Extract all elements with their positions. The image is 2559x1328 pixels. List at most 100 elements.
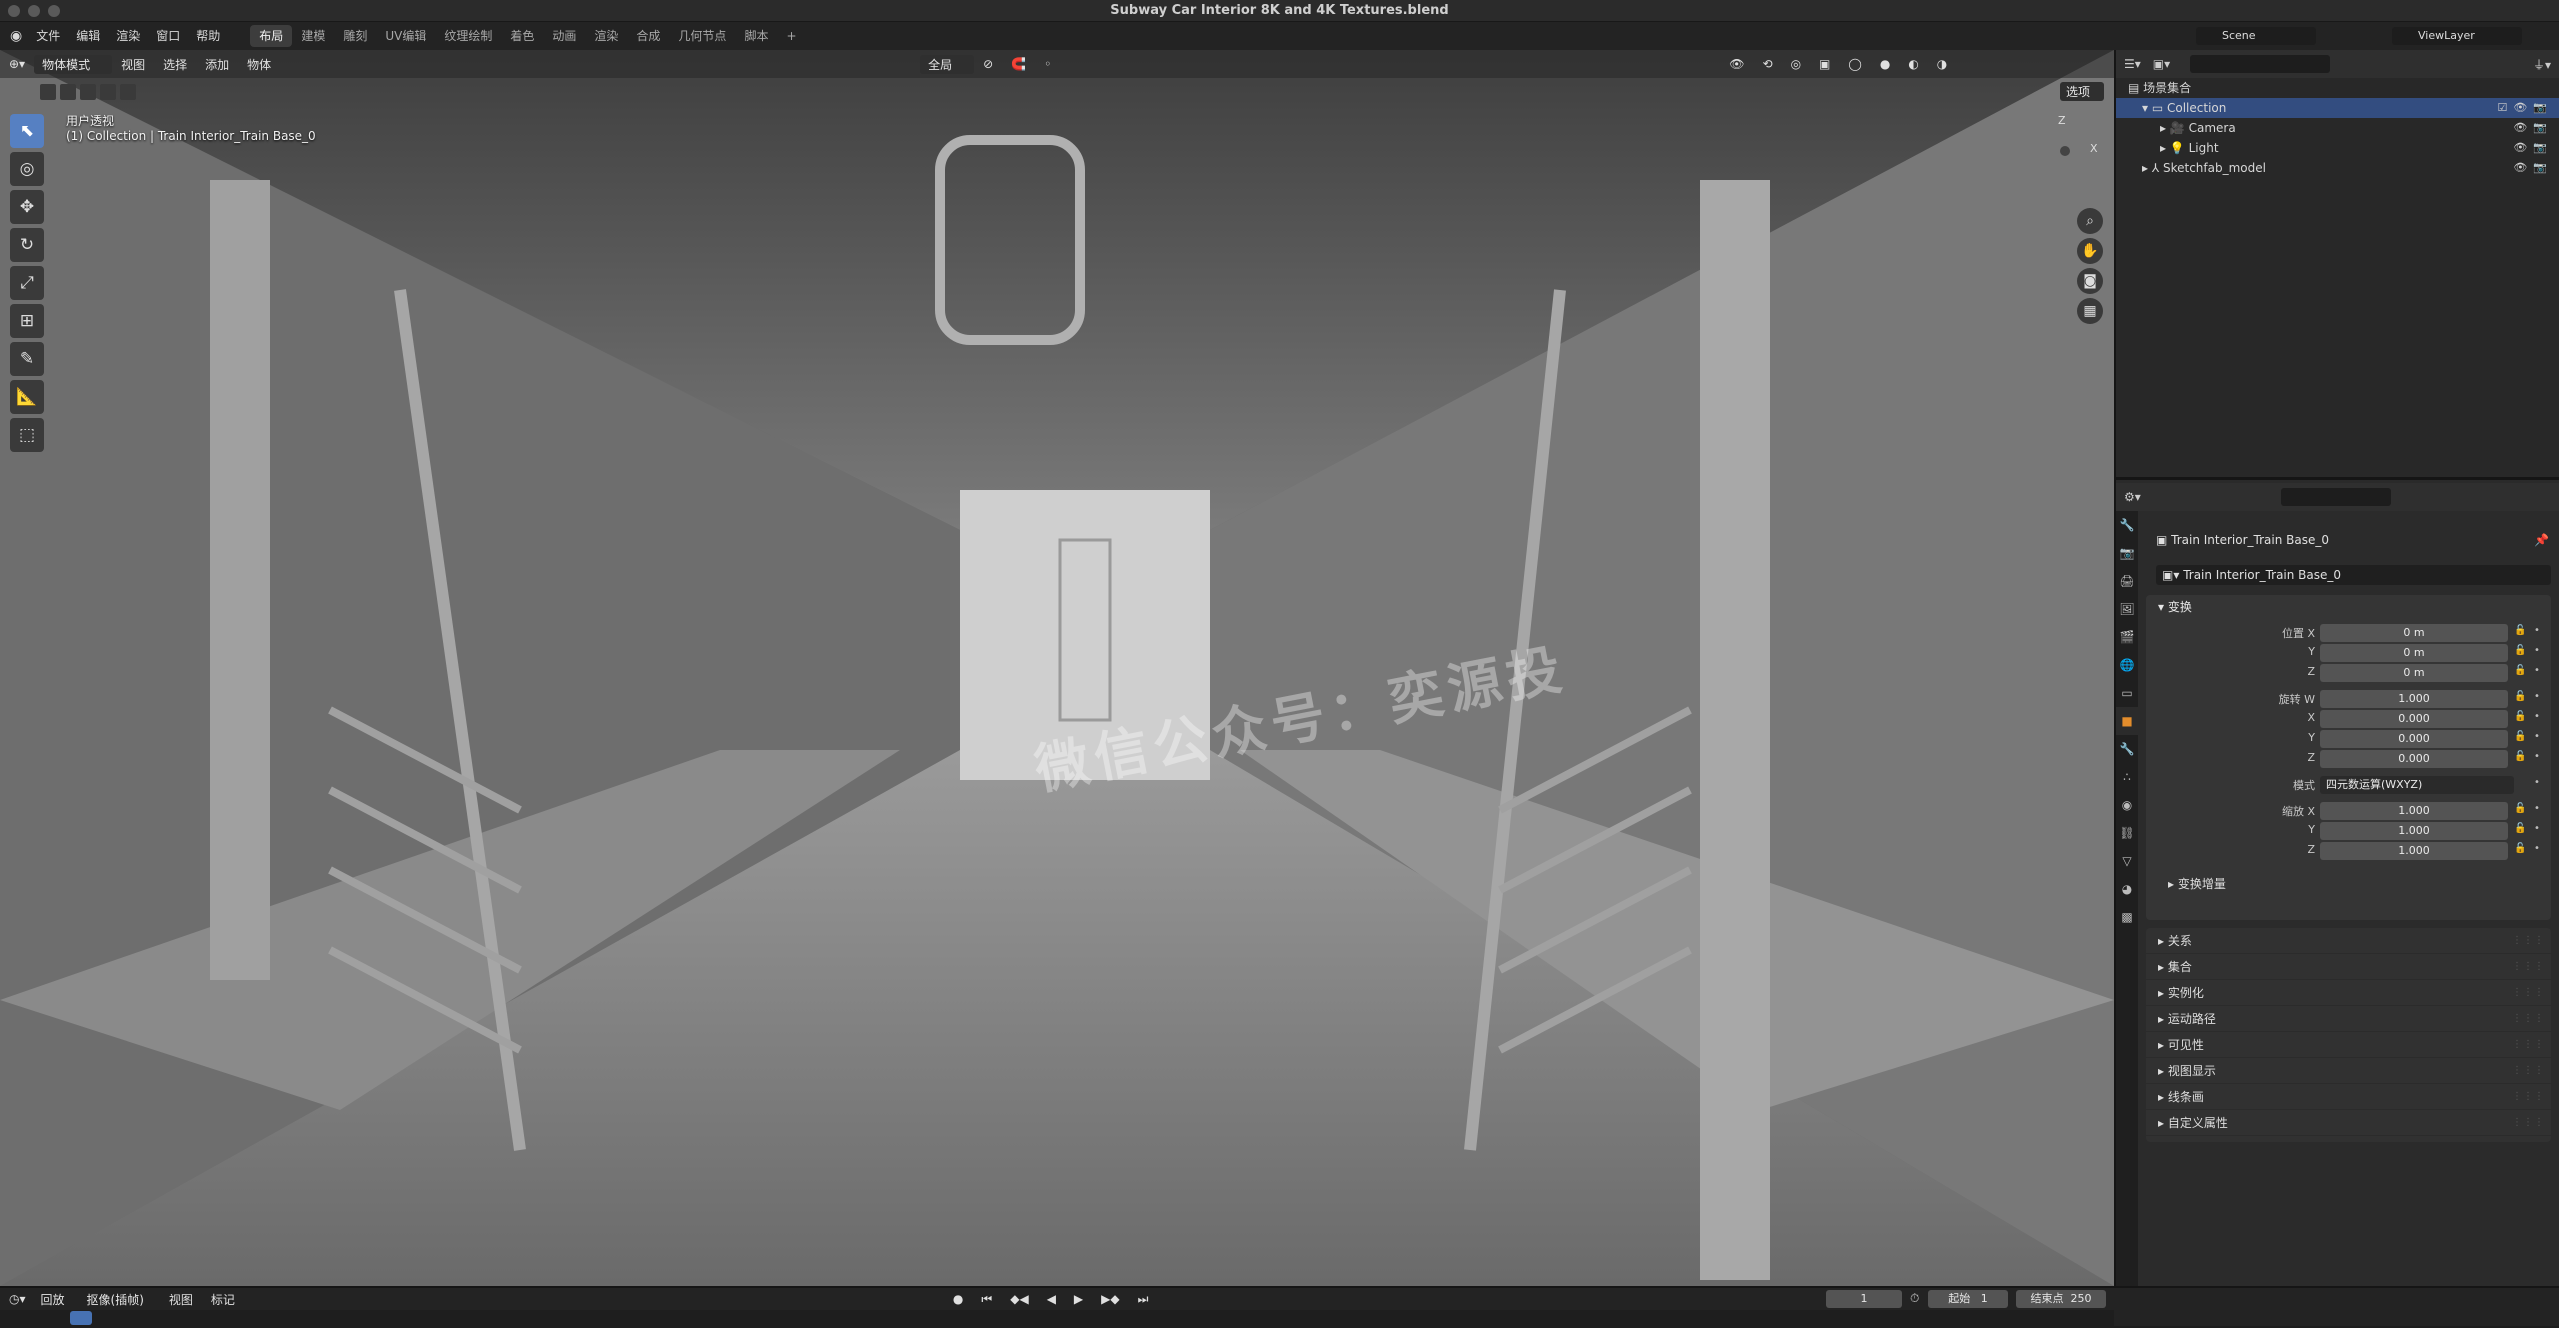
rotation-w-field[interactable]: 1.000	[2320, 690, 2508, 708]
shading-rendered-icon[interactable]: ◑	[1928, 57, 1956, 71]
blender-logo-icon[interactable]: ◉	[0, 25, 28, 47]
rotate-tool-icon[interactable]: ↻	[10, 228, 44, 262]
xray-toggle-icon[interactable]: ▣	[1810, 57, 1839, 71]
scale-y-field[interactable]: 1.000	[2320, 822, 2508, 840]
snap-icon[interactable]: 🧲	[1002, 57, 1035, 71]
scene-tab-icon[interactable]: 🎬	[2116, 623, 2138, 651]
light-visibility-icons[interactable]: 👁📷	[2513, 138, 2553, 158]
stopwatch-icon[interactable]: ⏱	[1910, 1291, 1919, 1306]
section-relations[interactable]: ▸ 关系 ⋮⋮⋮	[2146, 928, 2551, 954]
section-line-art[interactable]: ▸ 线条画 ⋮⋮⋮	[2146, 1084, 2551, 1110]
lock-icon[interactable]: 🔓	[2514, 843, 2526, 854]
tab-shading[interactable]: 着色	[501, 25, 543, 47]
section-custom-properties[interactable]: ▸ 自定义属性 ⋮⋮⋮	[2146, 1110, 2551, 1136]
keyframe-dot-icon[interactable]: •	[2534, 625, 2540, 636]
modifier-tab-icon[interactable]: 🔧	[2116, 735, 2138, 763]
section-collections[interactable]: ▸ 集合 ⋮⋮⋮	[2146, 954, 2551, 980]
tab-compositing[interactable]: 合成	[627, 25, 669, 47]
pin-icon[interactable]: 📌	[2534, 533, 2549, 547]
camera-visibility-icons[interactable]: 👁📷	[2513, 118, 2553, 138]
zoom-icon[interactable]: ⌕	[2077, 208, 2103, 234]
outliner-search-input[interactable]	[2190, 55, 2331, 73]
play-icon[interactable]: ▶	[1065, 1292, 1092, 1306]
camera-view-icon[interactable]: ◙	[2077, 268, 2103, 294]
world-tab-icon[interactable]: 🌐	[2116, 651, 2138, 679]
lock-icon[interactable]: 🔓	[2514, 711, 2526, 722]
viewport-menu-select[interactable]: 选择	[154, 56, 196, 73]
drag-grip-icon[interactable]: ⋮⋮⋮	[2512, 1032, 2545, 1058]
menu-edit[interactable]: 编辑	[68, 25, 108, 47]
pivot-icon[interactable]: ⊘	[974, 57, 1002, 71]
scene-selector[interactable]: Scene	[2196, 27, 2316, 45]
object-mode-dropdown[interactable]: 物体模式	[34, 54, 113, 74]
view-layer-selector[interactable]: ViewLayer	[2392, 27, 2522, 45]
physics-tab-icon[interactable]: ◉	[2116, 791, 2138, 819]
texture-tab-icon[interactable]: ▩	[2116, 903, 2138, 931]
next-keyframe-icon[interactable]: ▶◆	[1092, 1292, 1128, 1306]
properties-search-input[interactable]	[2280, 488, 2391, 506]
transform-orientation-dropdown[interactable]: 全局	[920, 54, 975, 74]
viewport-menu-add[interactable]: 添加	[196, 56, 238, 73]
outliner-display-mode-icon[interactable]: ▣▾	[2153, 57, 2170, 71]
rotation-y-field[interactable]: 0.000	[2320, 730, 2508, 748]
datablock-field[interactable]: ▣▾ Train Interior_Train Base_0	[2156, 565, 2551, 585]
tab-geometry-nodes[interactable]: 几何节点	[669, 25, 735, 47]
menu-render[interactable]: 渲染	[108, 25, 148, 47]
collection-visibility-icons[interactable]: ☑👁📷	[2497, 98, 2553, 118]
view-layer-tab-icon[interactable]: 🖼	[2116, 595, 2138, 623]
prev-keyframe-icon[interactable]: ◆◀	[1001, 1292, 1037, 1306]
delta-transform-subpanel[interactable]: ▸ 变换增量	[2146, 871, 2551, 897]
lock-icon[interactable]: 🔓	[2514, 823, 2526, 834]
lock-icon[interactable]: 🔓	[2514, 645, 2526, 656]
timeline-editor-icon[interactable]: ◷▾	[0, 1292, 35, 1306]
tab-modeling[interactable]: 建模	[292, 25, 334, 47]
timeline-menu-view[interactable]: 视图	[160, 1291, 202, 1308]
tab-scripting[interactable]: 脚本	[735, 25, 777, 47]
add-workspace-button[interactable]: +	[777, 25, 805, 47]
particles-tab-icon[interactable]: ∴	[2116, 763, 2138, 791]
gizmo-axis-x[interactable]: X	[2090, 142, 2098, 155]
lock-icon[interactable]: 🔓	[2514, 803, 2526, 814]
select-intersect-icon[interactable]	[120, 84, 136, 100]
render-tab-icon[interactable]: 📷	[2116, 539, 2138, 567]
keyframe-dot-icon[interactable]: •	[2534, 751, 2540, 762]
section-viewport-display[interactable]: ▸ 视图显示 ⋮⋮⋮	[2146, 1058, 2551, 1084]
outliner-filter-icon[interactable]: ⏚▾	[2533, 56, 2551, 73]
output-tab-icon[interactable]: 🖨	[2116, 567, 2138, 595]
tab-rendering[interactable]: 渲染	[585, 25, 627, 47]
location-z-field[interactable]: 0 m	[2320, 664, 2508, 682]
shading-wireframe-icon[interactable]: ◯	[1839, 57, 1870, 71]
material-tab-icon[interactable]: ◕	[2116, 875, 2138, 903]
lock-icon[interactable]: 🔓	[2514, 625, 2526, 636]
rotation-x-field[interactable]: 0.000	[2320, 710, 2508, 728]
tool-tab-icon[interactable]: 🔧	[2116, 511, 2138, 539]
menu-help[interactable]: 帮助	[188, 25, 228, 47]
record-icon[interactable]: ●	[944, 1292, 972, 1306]
timeline-frame-ruler[interactable]	[0, 1310, 2114, 1328]
shading-solid-icon[interactable]: ●	[1871, 57, 1899, 71]
editor-type-icon[interactable]: ⊕▾	[0, 57, 34, 71]
timeline-menu-marker[interactable]: 标记	[202, 1291, 244, 1308]
keyframe-dot-icon[interactable]: •	[2534, 691, 2540, 702]
tab-sculpting[interactable]: 雕刻	[334, 25, 376, 47]
proportional-edit-icon[interactable]: ◦	[1035, 57, 1060, 71]
cursor-tool-icon[interactable]: ◎	[10, 152, 44, 186]
pan-hand-icon[interactable]: ✋	[2077, 238, 2103, 264]
properties-editor-icon[interactable]: ⚙▾	[2124, 490, 2141, 504]
scale-tool-icon[interactable]: ⤢	[10, 266, 44, 300]
section-visibility[interactable]: ▸ 可见性 ⋮⋮⋮	[2146, 1032, 2551, 1058]
keyframe-dot-icon[interactable]: •	[2534, 711, 2540, 722]
menu-window[interactable]: 窗口	[148, 25, 188, 47]
lock-icon[interactable]: 🔓	[2514, 665, 2526, 676]
rotation-z-field[interactable]: 0.000	[2320, 750, 2508, 768]
3d-viewport[interactable]: ⊕▾ 物体模式 视图 选择 添加 物体 全局 ⊘ 🧲 ◦ 👁 ⟲ ◎ ▣ ◯ ●…	[0, 50, 2114, 1286]
outliner-item-sketchfab-model[interactable]: ▸ ⅄ Sketchfab_model 👁📷	[2116, 158, 2559, 178]
transform-tool-icon[interactable]: ⊞	[10, 304, 44, 338]
visibility-icon[interactable]: 👁	[1720, 57, 1753, 71]
start-frame-field[interactable]: 起始 1	[1928, 1290, 2008, 1308]
drag-grip-icon[interactable]: ⋮⋮⋮	[2512, 980, 2545, 1006]
drag-grip-icon[interactable]: ⋮⋮⋮	[2512, 1058, 2545, 1084]
drag-grip-icon[interactable]: ⋮⋮⋮	[2512, 1110, 2545, 1136]
rotation-mode-dropdown[interactable]: 四元数运算(WXYZ)	[2320, 776, 2514, 794]
overlay-toggle-icon[interactable]: ◎	[1782, 57, 1810, 71]
